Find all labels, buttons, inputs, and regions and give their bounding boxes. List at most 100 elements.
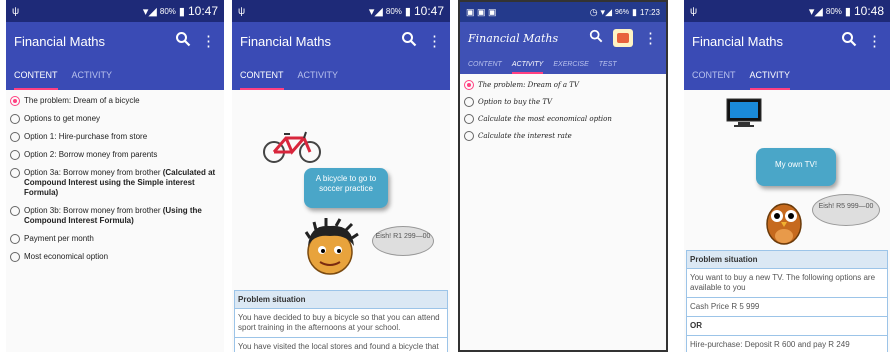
status-bar: ψ ▾◢ 80% ▮ 10:48 — [684, 0, 890, 22]
list-item[interactable]: Options to get money — [10, 114, 220, 124]
radio-icon[interactable] — [10, 234, 20, 244]
panel-text: Hire-purchase: Deposit R 600 and pay R 2… — [687, 336, 887, 352]
list-item[interactable]: Option to buy the TV — [464, 97, 662, 107]
app-title: Financial Maths — [14, 33, 106, 49]
radio-icon[interactable] — [10, 114, 20, 124]
list-item[interactable]: Option 3a: Borrow money from brother (Ca… — [10, 168, 220, 198]
app-logo-icon[interactable] — [613, 29, 633, 47]
signal-icon: ▾◢ — [142, 5, 157, 18]
list-item-label: The problem: Dream of a bicycle — [24, 96, 140, 105]
app-bar: Financial Maths ⋮ — [684, 22, 890, 60]
list-item-label: Option 1: Hire-purchase from store — [24, 132, 148, 141]
panel-heading: Problem situation — [687, 251, 887, 269]
tab-content[interactable]: CONTENT — [240, 70, 284, 90]
bicycle-icon — [263, 131, 321, 163]
story-illustration: A bicycle to go to soccer practice Eish!… — [232, 90, 450, 290]
tab-content[interactable]: CONTENT — [468, 61, 502, 74]
radio-icon[interactable] — [10, 206, 20, 216]
battery-percent: 96% — [615, 8, 630, 16]
radio-icon[interactable] — [464, 97, 474, 107]
tab-bar: CONTENT ACTIVITY — [232, 60, 450, 90]
radio-selected-icon[interactable] — [10, 96, 20, 106]
tab-test[interactable]: TEST — [599, 61, 617, 74]
topic-list: The problem: Dream of a bicycle Options … — [6, 90, 224, 276]
problem-panel: Problem situation You have decided to bu… — [234, 290, 448, 352]
speech-bubble: A bicycle to go to soccer practice — [304, 168, 388, 208]
tab-exercise[interactable]: EXERCISE — [553, 61, 588, 74]
search-icon[interactable] — [401, 31, 417, 51]
battery-percent: 80% — [159, 6, 176, 16]
phone-screen-content-bicycle: ψ ▾◢ 80% ▮ 10:47 Financial Maths ⋮ CONTE… — [6, 0, 224, 352]
activity-list: The problem: Dream of a TV Option to buy… — [460, 74, 666, 350]
list-item-label: Most economical option — [24, 252, 109, 261]
list-item[interactable]: Calculate the interest rate — [464, 131, 662, 141]
phone-screen-activity-tv-story: ψ ▾◢ 80% ▮ 10:48 Financial Maths ⋮ CONTE… — [684, 0, 890, 352]
app-bar: Financial Maths ⋮ — [6, 22, 224, 60]
battery-icon: ▮ — [632, 6, 637, 17]
radio-icon[interactable] — [10, 132, 20, 142]
tab-activity[interactable]: ACTIVITY — [298, 70, 339, 90]
radio-icon[interactable] — [10, 150, 20, 160]
overflow-menu-icon[interactable]: ⋮ — [867, 32, 882, 50]
panel-text: You have decided to buy a bicycle so tha… — [235, 309, 447, 338]
list-item[interactable]: Payment per month — [10, 234, 220, 244]
tab-activity[interactable]: ACTIVITY — [749, 70, 791, 90]
overflow-menu-icon[interactable]: ⋮ — [427, 32, 442, 50]
app-bar: Financial Maths ⋮ — [460, 22, 666, 54]
tab-content[interactable]: CONTENT — [14, 70, 58, 90]
usb-icon: ψ — [690, 5, 698, 17]
battery-icon: ▮ — [178, 5, 185, 18]
clock: 10:48 — [853, 4, 884, 18]
status-bar: ψ ▾◢ 80% ▮ 10:47 — [6, 0, 224, 22]
thought-bubble: Eish! R1 299—00 — [372, 226, 434, 256]
radio-selected-icon[interactable] — [464, 80, 474, 90]
list-item[interactable]: The problem: Dream of a TV — [464, 80, 662, 90]
list-item[interactable]: Most economical option — [10, 252, 220, 262]
app-title: Financial Maths — [468, 31, 559, 45]
tab-bar: CONTENT ACTIVITY EXERCISE TEST — [460, 54, 666, 74]
tab-bar: CONTENT ACTIVITY — [6, 60, 224, 90]
radio-icon[interactable] — [464, 114, 474, 124]
panel-text: Cash Price R 5 999 — [687, 298, 887, 317]
signal-icon: ▾◢ — [808, 5, 823, 18]
list-item-label: Option 3b: Borrow money from brother — [24, 206, 163, 215]
radio-icon[interactable] — [10, 252, 20, 262]
list-item-label: Calculate the interest rate — [478, 132, 572, 140]
battery-icon: ▮ — [404, 5, 411, 18]
tab-activity[interactable]: ACTIVITY — [72, 70, 113, 90]
radio-icon[interactable] — [10, 168, 20, 178]
battery-percent: 80% — [385, 6, 402, 16]
list-item-label: Calculate the most economical option — [478, 115, 612, 123]
search-icon[interactable] — [175, 31, 191, 51]
status-bar: ▣ ▣ ▣ ◷ ▾◢ 96% ▮ 17:23 — [460, 2, 666, 22]
panel-text: OR — [687, 317, 887, 336]
usb-icon: ψ — [12, 5, 20, 17]
tab-content[interactable]: CONTENT — [692, 70, 736, 90]
list-item-label: Option 2: Borrow money from parents — [24, 150, 158, 159]
list-item[interactable]: Calculate the most economical option — [464, 114, 662, 124]
thought-bubble: Eish! R5 999—00 — [812, 194, 880, 226]
radio-icon[interactable] — [464, 131, 474, 141]
list-item-label: Options to get money — [24, 114, 101, 123]
overflow-menu-icon[interactable]: ⋮ — [643, 29, 658, 47]
battery-percent: 80% — [825, 6, 842, 16]
speech-bubble: My own TV! — [756, 148, 836, 186]
battery-icon: ▮ — [844, 5, 851, 18]
search-icon[interactable] — [589, 29, 603, 47]
notification-icons: ▣ ▣ ▣ — [466, 6, 497, 17]
list-item-label: Option to buy the TV — [478, 98, 553, 106]
search-icon[interactable] — [841, 31, 857, 51]
tab-activity[interactable]: ACTIVITY — [511, 61, 544, 74]
list-item-label: Payment per month — [24, 234, 94, 243]
list-item[interactable]: The problem: Dream of a bicycle — [10, 96, 220, 106]
app-bar: Financial Maths ⋮ — [232, 22, 450, 60]
list-item[interactable]: Option 2: Borrow money from parents — [10, 150, 220, 160]
problem-panel: Problem situation You want to buy a new … — [686, 250, 888, 352]
list-item[interactable]: Option 1: Hire-purchase from store — [10, 132, 220, 142]
phone-screen-activity-tv: ▣ ▣ ▣ ◷ ▾◢ 96% ▮ 17:23 Financial Maths ⋮… — [458, 0, 668, 352]
overflow-menu-icon[interactable]: ⋮ — [201, 32, 216, 50]
signal-icon: ▾◢ — [368, 5, 383, 18]
tv-icon — [726, 98, 762, 127]
alarm-icon: ◷ — [589, 6, 598, 17]
list-item[interactable]: Option 3b: Borrow money from brother (Us… — [10, 206, 220, 226]
